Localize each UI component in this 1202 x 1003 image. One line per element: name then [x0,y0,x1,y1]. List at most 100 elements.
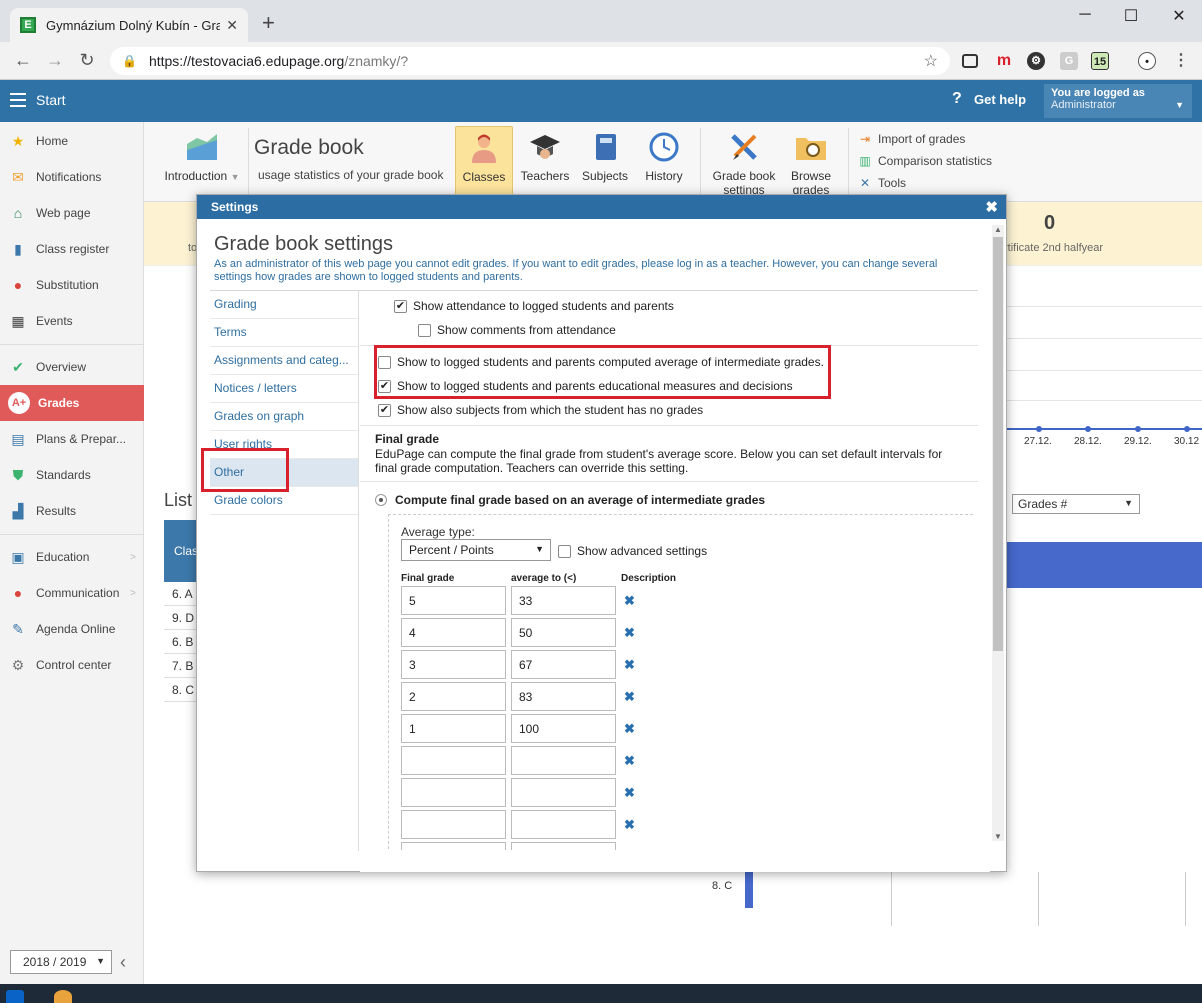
average-input[interactable]: 33 [511,586,616,615]
table-row[interactable]: 9. D [164,606,196,630]
outlook-icon[interactable] [6,990,24,1003]
average-input[interactable] [511,810,616,839]
delete-row-icon[interactable]: ✖ [624,689,635,705]
final-grade-input[interactable]: 1 [401,714,506,743]
average-input[interactable]: 83 [511,682,616,711]
import-grades-link[interactable]: ⇥ Import of grades [858,132,965,146]
grade-book-settings-button[interactable]: Grade book settings [709,126,779,198]
paint-icon[interactable] [54,990,72,1003]
extension-calendar-icon[interactable]: 15 [1091,52,1109,70]
final-grade-input[interactable]: 3 [401,650,506,679]
close-icon[interactable]: ✖ [985,198,998,216]
sidebar-item-notifications[interactable]: ✉ Notifications [0,159,144,195]
browser-menu-icon[interactable]: ⋮ [1172,52,1190,70]
sidebar-item-web-page[interactable]: ⌂ Web page [0,195,144,231]
sidebar-item-plans[interactable]: ▤ Plans & Prepar... [0,421,144,457]
delete-row-icon[interactable]: ✖ [624,593,635,609]
scrollbar-thumb[interactable] [993,237,1003,651]
back-icon[interactable]: ← [12,50,34,70]
final-grade-input[interactable] [401,778,506,807]
profile-avatar-icon[interactable]: • [1138,52,1156,70]
reload-icon[interactable]: ↻ [76,50,98,70]
screenshot-extension-icon[interactable] [962,54,978,68]
table-row[interactable]: 6. A [164,582,196,606]
user-menu[interactable]: You are logged as Administrator ▼ [1044,84,1192,118]
nav-grading[interactable]: Grading [210,291,358,319]
address-bar[interactable]: 🔒 https://testovacia6.edupage.org/znamky… [110,47,950,75]
scroll-up-icon[interactable]: ▲ [994,225,1002,234]
nav-notices[interactable]: Notices / letters [210,375,358,403]
delete-row-icon[interactable]: ✖ [624,817,635,833]
delete-row-icon[interactable]: ✖ [624,657,635,673]
delete-row-icon[interactable]: ✖ [624,785,635,801]
introduction-button[interactable]: Introduction ▼ [160,126,244,198]
tab-subjects[interactable]: Subjects [577,126,633,198]
final-grade-input[interactable] [401,810,506,839]
delete-row-icon[interactable]: ✖ [624,753,635,769]
window-close-icon[interactable]: ✕ [1164,6,1194,26]
tab-teachers[interactable]: Teachers [517,126,573,198]
sidebar-item-communication[interactable]: ● Communication > [0,575,144,611]
final-grade-input[interactable]: 2 [401,682,506,711]
sidebar-item-class-register[interactable]: ▮ Class register [0,231,144,267]
sidebar-item-education[interactable]: ▣ Education > [0,539,144,575]
checkbox-unchecked-icon[interactable] [418,323,431,337]
start-link[interactable]: Start [36,92,66,108]
nav-terms[interactable]: Terms [210,319,358,347]
compute-final-grade-radio[interactable]: Compute final grade based on an average … [375,493,765,507]
scroll-down-icon[interactable]: ▼ [994,832,1002,841]
new-tab-icon[interactable]: + [262,12,275,34]
sidebar-item-control-center[interactable]: ⚙ Control center [0,647,144,683]
average-type-select[interactable]: Percent / Points ▼ [401,539,551,561]
table-row[interactable]: 6. B [164,630,196,654]
average-input[interactable] [511,778,616,807]
sidebar-item-results[interactable]: ▟ Results [0,493,144,529]
average-input[interactable]: 50 [511,618,616,647]
maximize-icon[interactable]: ☐ [1116,6,1146,26]
average-input[interactable]: 100 [511,714,616,743]
sidebar-item-standards[interactable]: ⛊ Standards [0,457,144,493]
sidebar-item-home[interactable]: ★ Home [0,123,144,159]
tab-close-icon[interactable]: ✕ [226,17,238,34]
final-grade-input[interactable] [401,746,506,775]
tab-classes[interactable]: Classes [455,126,513,198]
table-row[interactable]: 7. B [164,654,196,678]
show-attendance-checkbox[interactable]: ✔ Show attendance to logged students and … [394,299,674,313]
comparison-statistics-link[interactable]: ▥ Comparison statistics [858,154,992,168]
show-no-grade-subjects-checkbox[interactable]: ✔ Show also subjects from which the stude… [378,403,703,417]
get-help-link[interactable]: Get help [974,92,1026,107]
checkbox-checked-icon[interactable]: ✔ [378,403,391,417]
delete-row-icon[interactable]: ✖ [624,625,635,641]
average-input[interactable]: 67 [511,650,616,679]
checkbox-unchecked-icon[interactable] [558,544,571,558]
advanced-settings-checkbox[interactable]: Show advanced settings [558,544,707,558]
table-row[interactable]: 8. C [164,678,196,702]
minimize-icon[interactable]: ─ [1070,6,1100,24]
help-question-icon[interactable]: ? [952,90,962,108]
sidebar-item-substitution[interactable]: ● Substitution [0,267,144,303]
bookmark-star-icon[interactable]: ☆ [924,51,938,71]
browser-tab[interactable]: E Gymnázium Dolný Kubín - Grade ✕ [10,8,248,42]
nav-grades-on-graph[interactable]: Grades on graph [210,403,358,431]
sidebar-item-grades[interactable]: A+ Grades [0,385,144,421]
delete-row-icon[interactable]: ✖ [624,721,635,737]
checkbox-checked-icon[interactable]: ✔ [394,299,407,313]
extension-circle-icon[interactable]: ⚙ [1027,52,1045,70]
forward-icon[interactable]: → [44,50,66,70]
collapse-sidebar-icon[interactable]: ‹ [120,952,126,973]
nav-assignments[interactable]: Assignments and categ... [210,347,358,375]
browse-grades-button[interactable]: Browse grades [783,126,839,198]
hamburger-menu-icon[interactable] [10,93,26,107]
school-year-select[interactable]: 2018 / 2019 ▼ [10,950,112,974]
extension-m-icon[interactable]: m [995,52,1013,70]
extension-g-icon[interactable]: G [1060,52,1078,70]
tab-history[interactable]: History [637,126,691,198]
final-grade-input[interactable]: 5 [401,586,506,615]
sidebar-item-overview[interactable]: ✔ Overview [0,349,144,385]
average-input[interactable] [511,746,616,775]
show-comments-checkbox[interactable]: Show comments from attendance [418,323,616,337]
sidebar-item-agenda[interactable]: ✎ Agenda Online [0,611,144,647]
dialog-scrollbar[interactable]: ▲ ▼ [992,225,1004,841]
final-grade-input[interactable]: 4 [401,618,506,647]
radio-selected-icon[interactable] [375,494,387,506]
